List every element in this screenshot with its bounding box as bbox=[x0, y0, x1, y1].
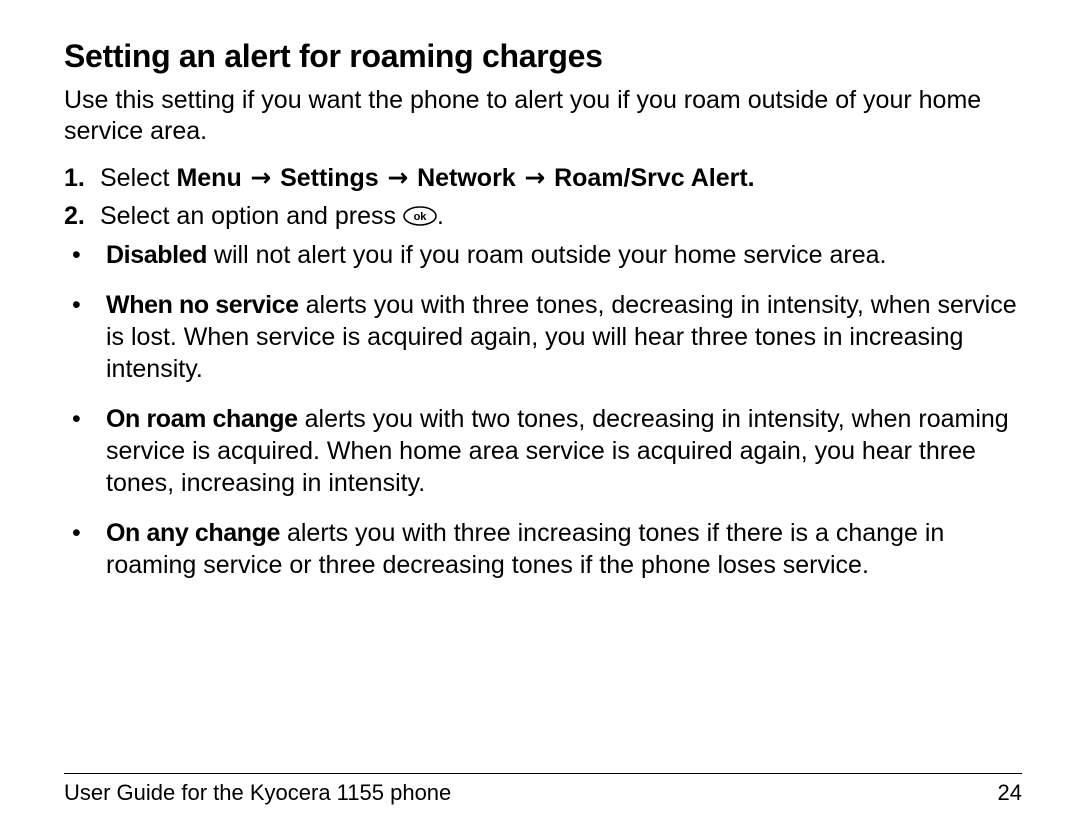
page-footer: User Guide for the Kyocera 1155 phone 24 bbox=[64, 773, 1022, 806]
path-menu: Menu bbox=[176, 164, 241, 192]
options-list: Disabled will not alert you if you roam … bbox=[64, 239, 1022, 581]
footer-line: User Guide for the Kyocera 1155 phone 24 bbox=[64, 773, 1022, 806]
step-2-text: Select an option and press bbox=[100, 202, 403, 230]
page-container: Setting an alert for roaming charges Use… bbox=[0, 0, 1080, 834]
arrow-icon: → bbox=[379, 163, 417, 192]
steps-list: 1. Select Menu → Settings → Network → Ro… bbox=[64, 162, 1022, 233]
option-on-any-change: On any change alerts you with three incr… bbox=[100, 517, 1022, 581]
arrow-icon: → bbox=[242, 163, 280, 192]
page-number: 24 bbox=[998, 780, 1022, 806]
path-settings: Settings bbox=[280, 164, 379, 192]
option-on-roam-change-label: On roam change bbox=[106, 405, 298, 433]
svg-text:ok: ok bbox=[414, 211, 428, 223]
page-heading: Setting an alert for roaming charges bbox=[64, 38, 1022, 75]
path-roam-srvc-alert: Roam/Srvc Alert. bbox=[554, 164, 755, 192]
option-on-any-change-label: On any change bbox=[106, 519, 280, 547]
step-1: 1. Select Menu → Settings → Network → Ro… bbox=[92, 162, 1022, 195]
step-2: 2. Select an option and press ok . bbox=[92, 200, 1022, 233]
footer-title: User Guide for the Kyocera 1155 phone bbox=[64, 780, 451, 806]
step-1-number: 1. bbox=[64, 162, 85, 195]
option-disabled-text: will not alert you if you roam outside y… bbox=[207, 241, 886, 269]
intro-paragraph: Use this setting if you want the phone t… bbox=[64, 85, 1022, 148]
option-on-roam-change: On roam change alerts you with two tones… bbox=[100, 403, 1022, 499]
option-when-no-service: When no service alerts you with three to… bbox=[100, 289, 1022, 385]
step-1-pretext: Select bbox=[100, 164, 176, 192]
path-network: Network bbox=[417, 164, 516, 192]
arrow-icon: → bbox=[516, 163, 554, 192]
step-2-end: . bbox=[437, 202, 444, 230]
option-disabled-label: Disabled bbox=[106, 241, 207, 269]
menu-path: Menu → Settings → Network → Roam/Srvc Al… bbox=[176, 164, 754, 192]
option-disabled: Disabled will not alert you if you roam … bbox=[100, 239, 1022, 271]
ok-button-icon: ok bbox=[403, 206, 437, 226]
option-when-no-service-label: When no service bbox=[106, 291, 299, 319]
step-2-number: 2. bbox=[64, 200, 85, 233]
